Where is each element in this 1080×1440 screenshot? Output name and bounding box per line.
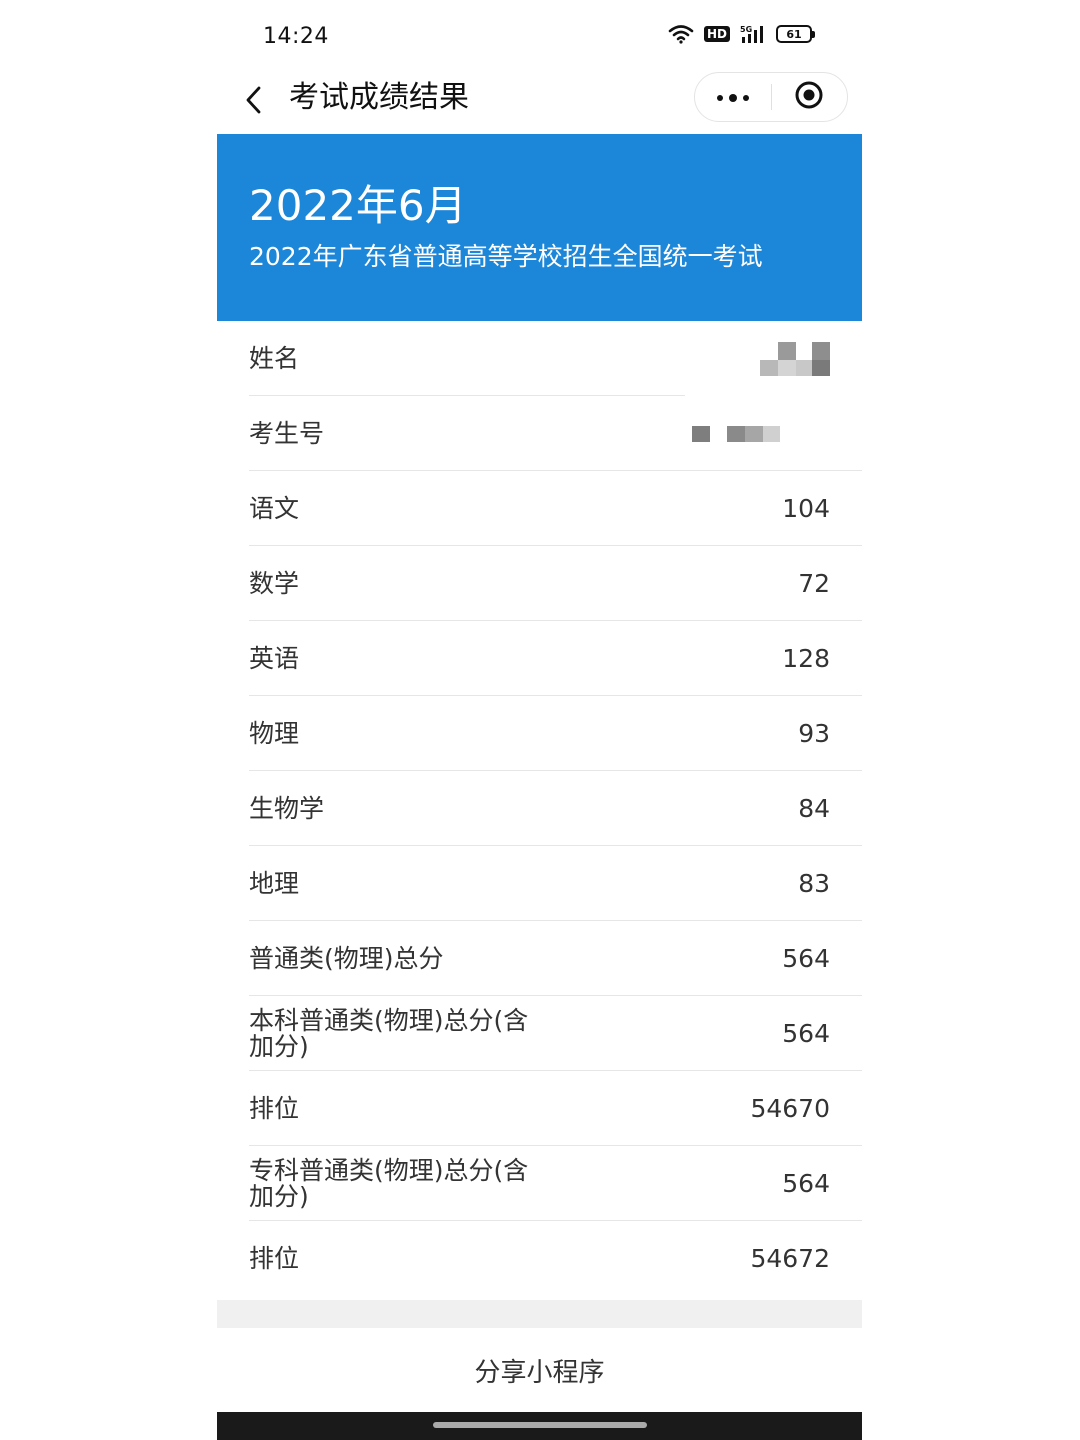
name-value-redacted (760, 321, 830, 396)
hd-badge: HD (703, 26, 730, 42)
close-button[interactable] (772, 73, 848, 121)
row-label: 姓名 (249, 343, 300, 373)
more-dots-icon (716, 88, 750, 107)
row-label: 地理 (249, 868, 300, 898)
mosaic-redaction (692, 425, 780, 442)
battery-icon: 61 (776, 25, 815, 43)
row-value: 104 (782, 494, 830, 523)
result-row-math: 数学 72 (217, 546, 862, 621)
status-time: 14:24 (263, 24, 329, 49)
row-label: 物理 (249, 718, 300, 748)
row-label: 考生号 (249, 418, 325, 448)
mini-program-capsule (694, 72, 848, 122)
wifi-icon (668, 24, 694, 44)
phone-screen: 14:24 HD 5G 61 考试成绩结果 2022年6月 2022年广东省普通… (217, 0, 862, 1440)
row-value: 564 (782, 1169, 830, 1198)
row-label: 英语 (249, 643, 300, 673)
result-row-physics: 物理 93 (217, 696, 862, 771)
status-bar: 14:24 HD 5G 61 (217, 0, 862, 70)
result-list: 姓名 考生号 语文 104 数学 72 英语 128 物理 93 生物学 84 … (217, 321, 862, 1296)
row-value: 128 (782, 644, 830, 673)
exam-number-redacted (692, 396, 780, 471)
row-value: 93 (798, 719, 830, 748)
section-divider (217, 1300, 862, 1328)
signal-5g-icon: 5G (740, 24, 766, 44)
row-label: 语文 (249, 493, 300, 523)
share-mini-program-button[interactable]: 分享小程序 (217, 1328, 862, 1412)
row-label: 本科普通类(物理)总分(含加分) (249, 1005, 529, 1061)
svg-text:5G: 5G (740, 25, 752, 34)
result-row-geography: 地理 83 (217, 846, 862, 921)
row-label: 排位 (249, 1243, 300, 1273)
row-label: 普通类(物理)总分 (249, 943, 444, 973)
result-row-chinese: 语文 104 (217, 471, 862, 546)
page-title: 考试成绩结果 (289, 80, 469, 115)
back-button[interactable] (239, 82, 269, 122)
row-label: 生物学 (249, 793, 325, 823)
row-value: 564 (782, 944, 830, 973)
row-value: 54672 (750, 1244, 830, 1273)
result-row-college-rank: 排位 54672 (217, 1221, 862, 1296)
row-label: 专科普通类(物理)总分(含加分) (249, 1155, 529, 1211)
row-value: 54670 (750, 1094, 830, 1123)
result-row-undergrad-total: 本科普通类(物理)总分(含加分) 564 (217, 996, 862, 1071)
bottom-bar (217, 1412, 862, 1440)
mosaic-redaction (760, 341, 830, 376)
result-row-exam-number: 考生号 (217, 396, 862, 471)
exam-banner: 2022年6月 2022年广东省普通高等学校招生全国统一考试 (217, 134, 862, 321)
banner-title: 2022年6月 (249, 181, 467, 230)
result-row-total-score: 普通类(物理)总分 564 (217, 921, 862, 996)
home-indicator[interactable] (433, 1422, 647, 1428)
result-row-undergrad-rank: 排位 54670 (217, 1071, 862, 1146)
result-row-english: 英语 128 (217, 621, 862, 696)
row-label: 数学 (249, 568, 300, 598)
chevron-left-icon (245, 85, 263, 119)
banner-subtitle: 2022年广东省普通高等学校招生全国统一考试 (249, 242, 763, 271)
result-row-name: 姓名 (217, 321, 862, 396)
result-row-biology: 生物学 84 (217, 771, 862, 846)
nav-bar: 考试成绩结果 (217, 70, 862, 134)
row-value: 83 (798, 869, 830, 898)
more-button[interactable] (695, 73, 771, 121)
result-row-college-total: 专科普通类(物理)总分(含加分) 564 (217, 1146, 862, 1221)
row-value: 84 (798, 794, 830, 823)
status-icons: HD 5G 61 (668, 24, 815, 44)
row-label: 排位 (249, 1093, 300, 1123)
row-value: 564 (782, 1019, 830, 1048)
target-close-icon (794, 80, 824, 114)
row-value: 72 (798, 569, 830, 598)
